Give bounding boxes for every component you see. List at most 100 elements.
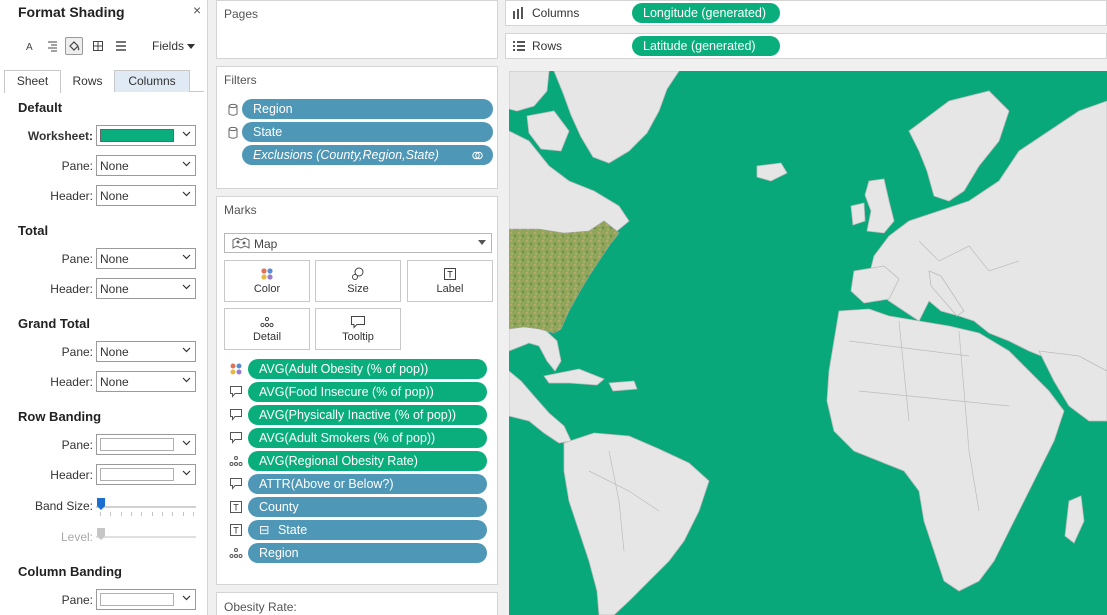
band-size-slider[interactable] [96, 497, 196, 517]
row-banding-header-select[interactable] [96, 464, 196, 485]
columns-shelf[interactable]: Columns Longitude (generated) [505, 0, 1107, 26]
map-icon [232, 237, 250, 249]
total-pane-select[interactable]: None [96, 248, 196, 269]
color-button[interactable]: Color [224, 260, 310, 302]
size-button[interactable]: Size [315, 260, 401, 302]
chevron-down-icon [182, 191, 191, 197]
format-toolbar: A Fields [0, 34, 208, 58]
marks-pill-food-insecure[interactable]: AVG(Food Insecure (% of pop)) [248, 382, 487, 402]
section-column-banding-title: Column Banding [18, 564, 122, 579]
shading-icon[interactable] [65, 37, 83, 55]
filters-shelf[interactable]: Filters Region State Exclusions (County,… [216, 66, 498, 189]
tab-rows[interactable]: Rows [61, 70, 114, 92]
detail-icon [229, 456, 243, 466]
tooltip-icon [230, 409, 242, 421]
column-banding-pane-select[interactable] [96, 589, 196, 610]
tooltip-icon [351, 316, 365, 329]
row-banding-header-label: Header: [50, 468, 93, 482]
marks-pill-physically-inactive[interactable]: AVG(Physically Inactive (% of pop)) [248, 405, 487, 425]
detail-icon [260, 316, 274, 328]
borders-icon[interactable] [89, 37, 107, 55]
default-pane-select[interactable]: None [96, 155, 196, 176]
rows-label: Rows [532, 39, 563, 53]
marks-pill-state[interactable]: ⊟ State [248, 520, 487, 540]
chevron-down-icon [182, 595, 191, 601]
ireland-shape[interactable] [850, 202, 866, 226]
slider-thumb-disabled [97, 528, 105, 540]
baffin-island-shape[interactable] [526, 110, 570, 152]
marks-pill-adult-smokers[interactable]: AVG(Adult Smokers (% of pop)) [248, 428, 487, 448]
cuba-shape[interactable] [543, 368, 605, 386]
label-button[interactable]: Label [407, 260, 493, 302]
svg-text:A: A [26, 42, 33, 52]
grand-total-header-label: Header: [50, 375, 93, 389]
rows-pill-latitude[interactable]: Latitude (generated) [632, 36, 780, 56]
alignment-icon[interactable] [43, 37, 61, 55]
total-header-select[interactable]: None [96, 278, 196, 299]
slider-thumb[interactable] [97, 498, 105, 510]
mark-type-value: Map [254, 237, 278, 251]
close-icon[interactable]: × [193, 2, 201, 18]
lines-icon[interactable] [112, 37, 130, 55]
marks-pill-regional-obesity[interactable]: AVG(Regional Obesity Rate) [248, 451, 487, 471]
filter-pill-region[interactable]: Region [242, 99, 493, 119]
default-header-select[interactable]: None [96, 185, 196, 206]
grand-total-header-select[interactable]: None [96, 371, 196, 392]
south-america-shape[interactable] [563, 432, 710, 615]
filter-pill-exclusions[interactable]: Exclusions (County,Region,State) [242, 145, 493, 165]
column-banding-pane-label: Pane: [61, 593, 93, 607]
tooltip-button[interactable]: Tooltip [315, 308, 401, 350]
default-pane-label: Pane: [61, 159, 93, 173]
worksheet-color-select[interactable] [96, 125, 196, 146]
section-grand-total-title: Grand Total [18, 316, 90, 331]
band-size-label: Band Size: [34, 499, 93, 513]
caret-down-icon [187, 44, 196, 49]
tooltip-icon [230, 432, 242, 444]
total-header-label: Header: [50, 282, 93, 296]
madagascar-shape[interactable] [1064, 495, 1085, 544]
africa-shape[interactable] [826, 308, 1065, 592]
total-pane-label: Pane: [61, 252, 93, 266]
arctic-islands-shape[interactable] [509, 71, 550, 112]
pages-shelf[interactable]: Pages [216, 0, 498, 59]
label-icon [444, 268, 456, 280]
iceland-shape[interactable] [756, 162, 788, 182]
columns-pill-longitude[interactable]: Longitude (generated) [632, 3, 780, 23]
grand-total-pane-select[interactable]: None [96, 341, 196, 362]
us-county-shading[interactable] [509, 220, 620, 334]
font-icon[interactable]: A [21, 37, 39, 55]
detail-button[interactable]: Detail [224, 308, 310, 350]
default-header-label: Header: [50, 189, 93, 203]
pages-title: Pages [224, 7, 259, 21]
filter-pill-state[interactable]: State [242, 122, 493, 142]
tooltip-icon [230, 478, 242, 490]
rows-icon [513, 41, 525, 51]
section-default-title: Default [18, 100, 63, 115]
map-view[interactable] [505, 67, 1107, 615]
color-icon [261, 268, 273, 280]
marks-pill-above-below[interactable]: ATTR(Above or Below?) [248, 474, 487, 494]
marks-pill-adult-obesity[interactable]: AVG(Adult Obesity (% of pop)) [248, 359, 487, 379]
legend-card: Obesity Rate: [216, 592, 498, 615]
label-icon [230, 524, 242, 536]
hispaniola-shape[interactable] [608, 380, 638, 392]
tab-columns[interactable]: Columns [114, 70, 190, 92]
uk-shape[interactable] [864, 178, 895, 234]
grand-total-pane-label: Pane: [61, 345, 93, 359]
marks-pill-county[interactable]: County [248, 497, 487, 517]
greenland-shape[interactable] [553, 71, 680, 164]
set-icon [472, 151, 483, 160]
row-banding-pane-select[interactable] [96, 434, 196, 455]
color-icon [230, 363, 242, 375]
collapse-icon[interactable]: ⊟ [259, 523, 269, 537]
marks-pill-region[interactable]: Region [248, 543, 487, 563]
tab-sheet[interactable]: Sheet [4, 70, 61, 93]
fields-dropdown[interactable]: Fields [152, 39, 196, 53]
rows-shelf[interactable]: Rows Latitude (generated) [505, 33, 1107, 59]
world-map[interactable] [509, 71, 1107, 615]
row-banding-header-swatch [100, 468, 174, 481]
database-icon [228, 126, 238, 139]
section-total-title: Total [18, 223, 49, 238]
caret-down-icon [478, 240, 486, 245]
mark-type-dropdown[interactable]: Map [224, 233, 492, 253]
